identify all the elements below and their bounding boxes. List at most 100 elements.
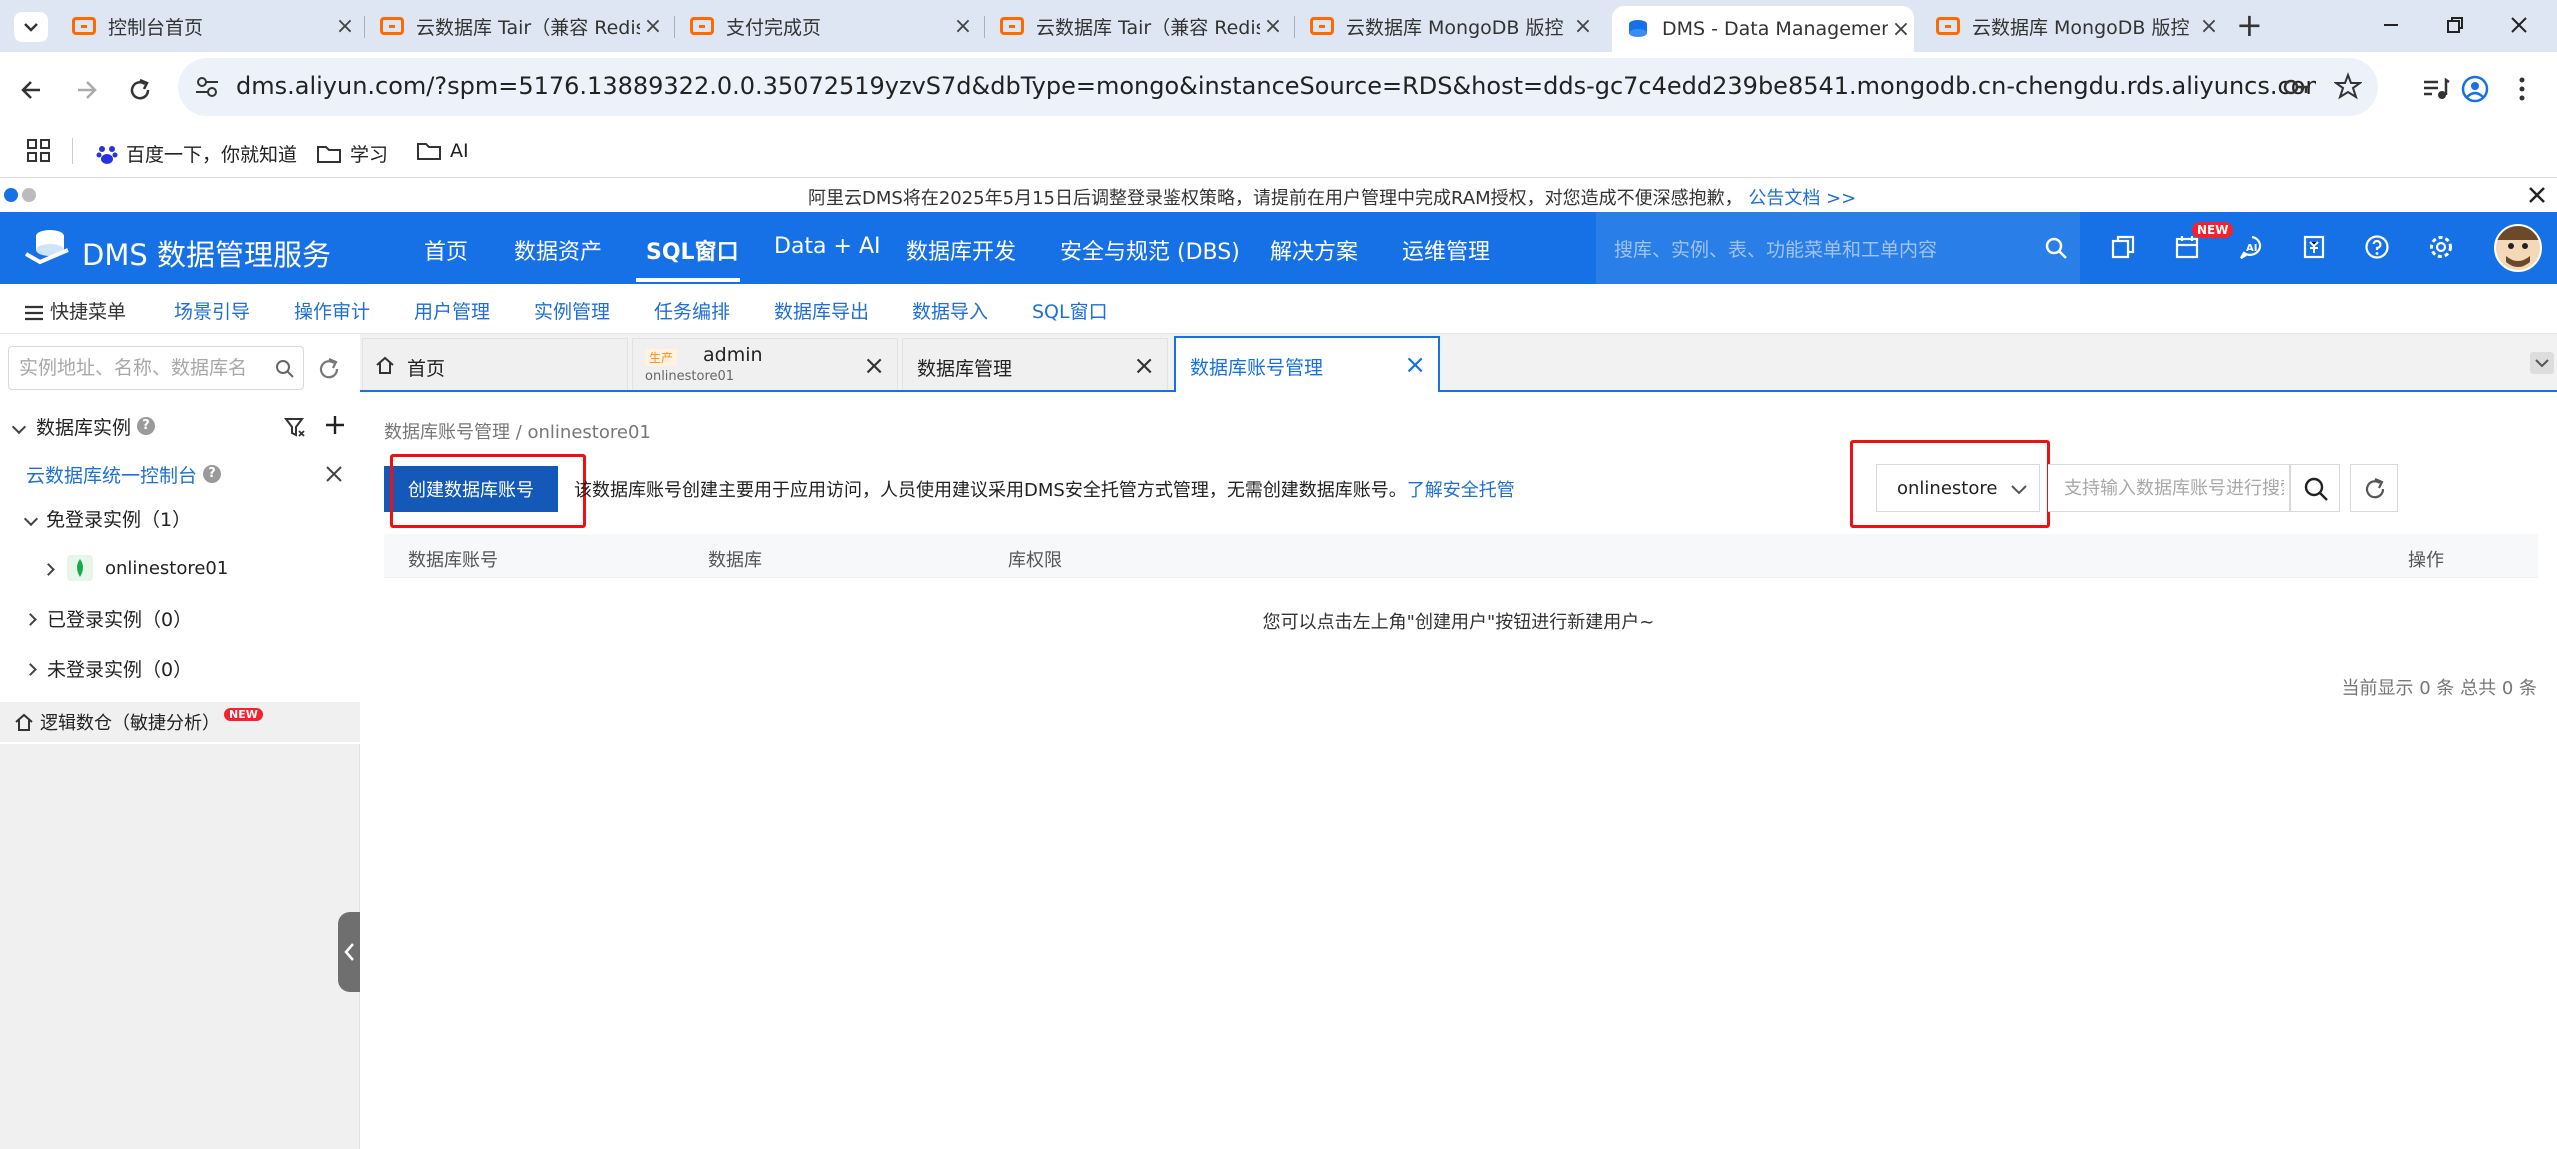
logic-warehouse-label: 逻辑数仓（敏捷分析） xyxy=(40,713,220,734)
browser-tab-1[interactable]: 控制台首页 × xyxy=(58,6,358,46)
quick-task-orchestration[interactable]: 任务编排 xyxy=(654,297,730,324)
announcement-link[interactable]: 公告文档 >> xyxy=(1748,188,1856,209)
filter-icon[interactable] xyxy=(284,416,306,438)
browser-tab-4[interactable]: 云数据库 Tair（兼容 Redis × xyxy=(986,6,1286,46)
browser-tab-7[interactable]: 云数据库 MongoDB 版控 × xyxy=(1922,6,2222,46)
nav-data-ai[interactable]: Data + AI xyxy=(774,234,881,259)
learn-secure-hosting-link[interactable]: 了解安全托管 xyxy=(1407,480,1515,501)
forward-icon[interactable] xyxy=(72,76,100,104)
apps-grid-icon[interactable] xyxy=(26,138,52,164)
search-icon[interactable] xyxy=(275,359,295,379)
instance-onlinestore01[interactable]: onlinestore01 xyxy=(0,548,360,588)
reload-icon[interactable] xyxy=(126,76,154,104)
refresh-instances-icon[interactable] xyxy=(316,356,342,382)
nav-home[interactable]: 首页 xyxy=(424,234,468,266)
restore-window-icon[interactable] xyxy=(2444,14,2466,36)
nav-data-assets[interactable]: 数据资产 xyxy=(514,234,602,266)
url-text[interactable]: dms.aliyun.com/?spm=5176.13889322.0.0.35… xyxy=(236,72,2316,100)
back-icon[interactable] xyxy=(18,76,46,104)
aliyun-favicon-icon xyxy=(1000,17,1024,35)
close-icon[interactable] xyxy=(324,464,344,484)
quick-instance-manage[interactable]: 实例管理 xyxy=(534,297,610,324)
close-tab-icon[interactable]: × xyxy=(640,14,666,39)
account-search-button[interactable] xyxy=(2290,464,2340,512)
browser-tab-5[interactable]: 云数据库 MongoDB 版控 × xyxy=(1296,6,1596,46)
nav-sql-window[interactable]: SQL窗口 xyxy=(646,234,739,266)
settings-gear-icon[interactable] xyxy=(2428,234,2454,260)
add-instance-icon[interactable] xyxy=(324,414,346,436)
media-control-icon[interactable] xyxy=(2420,74,2450,104)
global-search[interactable]: 搜库、实例、表、功能菜单和工单内容 xyxy=(1596,212,2080,284)
instances-section-header[interactable]: 数据库实例 ? xyxy=(0,406,360,446)
nav-solutions[interactable]: 解决方案 xyxy=(1270,234,1358,266)
nav-security[interactable]: 安全与规范 (DBS) xyxy=(1060,234,1240,266)
account-search-input[interactable] xyxy=(2064,478,2284,499)
unified-console-row[interactable]: 云数据库统一控制台 ? xyxy=(0,454,360,494)
logic-warehouse-row[interactable]: 逻辑数仓（敏捷分析） NEW xyxy=(0,702,360,742)
minimize-window-icon[interactable] xyxy=(2380,14,2402,36)
browser-tab-6-active[interactable]: DMS - Data Management × xyxy=(1612,6,1914,52)
close-notice-icon[interactable] xyxy=(2526,184,2548,206)
close-tab-icon[interactable]: × xyxy=(1570,14,1596,39)
help-icon[interactable] xyxy=(2364,234,2390,260)
billing-icon[interactable] xyxy=(2302,234,2326,260)
instance-search-input[interactable] xyxy=(19,357,259,379)
new-tab-icon[interactable]: + xyxy=(2236,6,2263,44)
password-key-icon[interactable] xyxy=(2282,74,2312,100)
console-link[interactable]: 云数据库统一控制台 xyxy=(26,461,197,488)
bookmark-star-icon[interactable] xyxy=(2334,72,2362,100)
quick-sql-window[interactable]: SQL窗口 xyxy=(1032,297,1108,324)
close-tab-icon[interactable]: × xyxy=(332,14,358,39)
tab-admin-sql[interactable]: 生产 admin onlinestore01 × xyxy=(632,338,898,390)
account-search-box[interactable] xyxy=(2048,464,2290,512)
close-tab-icon[interactable]: × xyxy=(2196,14,2222,39)
close-window-icon[interactable] xyxy=(2508,14,2530,36)
logged-in-group[interactable]: 已登录实例（0） xyxy=(0,598,360,638)
quick-user-manage[interactable]: 用户管理 xyxy=(414,297,490,324)
app-logo-title[interactable]: DMS 数据管理服务 xyxy=(82,232,331,274)
task-calendar-icon[interactable] xyxy=(2174,234,2200,260)
quick-data-import[interactable]: 数据导入 xyxy=(912,297,988,324)
address-bar[interactable]: dms.aliyun.com/?spm=5176.13889322.0.0.35… xyxy=(178,58,2378,116)
refresh-button[interactable] xyxy=(2350,464,2398,512)
ai-assistant-icon[interactable]: AI xyxy=(2238,234,2266,260)
bookmark-folder-study[interactable]: 学习 xyxy=(316,140,388,167)
close-tab-icon[interactable]: × xyxy=(1404,350,1426,380)
close-tab-icon[interactable]: × xyxy=(950,14,976,39)
quick-db-export[interactable]: 数据库导出 xyxy=(774,297,869,324)
instance-search-box[interactable] xyxy=(8,346,304,390)
browser-tab-3[interactable]: 支付完成页 × xyxy=(676,6,976,46)
tab-list-dropdown-icon[interactable] xyxy=(14,12,48,42)
user-avatar[interactable] xyxy=(2494,224,2542,272)
copy-windows-icon[interactable] xyxy=(2110,234,2136,260)
not-logged-in-group[interactable]: 未登录实例（0） xyxy=(0,648,360,688)
site-settings-icon[interactable] xyxy=(192,72,222,102)
bookmark-folder-ai[interactable]: AI xyxy=(416,140,469,162)
nav-db-dev[interactable]: 数据库开发 xyxy=(906,234,1016,266)
profile-icon[interactable] xyxy=(2460,74,2490,104)
new-badge: NEW xyxy=(224,707,263,721)
help-icon[interactable]: ? xyxy=(203,465,222,483)
tab-account-manage[interactable]: 数据库账号管理 × xyxy=(1174,336,1440,392)
browser-tab-title: 控制台首页 xyxy=(108,16,204,39)
sidebar-collapse-handle[interactable] xyxy=(338,912,360,992)
browser-menu-icon[interactable] xyxy=(2516,74,2528,104)
tab-overflow-dropdown-icon[interactable] xyxy=(2530,352,2554,374)
close-tab-icon[interactable]: × xyxy=(1133,351,1155,381)
tab-db-manage[interactable]: 数据库管理 × xyxy=(902,338,1168,390)
close-tab-icon[interactable]: × xyxy=(1888,17,1914,42)
close-tab-icon[interactable]: × xyxy=(863,351,885,381)
nav-ops[interactable]: 运维管理 xyxy=(1402,234,1490,266)
quick-menu-toggle[interactable]: 快捷菜单 xyxy=(24,297,126,324)
bookmark-baidu[interactable]: 百度一下，你就知道 xyxy=(96,140,297,167)
quick-scene-guide[interactable]: 场景引导 xyxy=(174,297,250,324)
dms-logo-icon[interactable] xyxy=(22,226,72,270)
search-icon[interactable] xyxy=(2044,236,2068,260)
folder-icon xyxy=(416,141,442,161)
browser-tab-2[interactable]: 云数据库 Tair（兼容 Redis × xyxy=(366,6,666,46)
free-login-group[interactable]: 免登录实例（1） xyxy=(0,498,360,538)
help-icon[interactable]: ? xyxy=(137,417,156,435)
close-tab-icon[interactable]: × xyxy=(1260,14,1286,39)
quick-audit[interactable]: 操作审计 xyxy=(294,297,370,324)
tab-home[interactable]: 首页 xyxy=(362,338,628,390)
